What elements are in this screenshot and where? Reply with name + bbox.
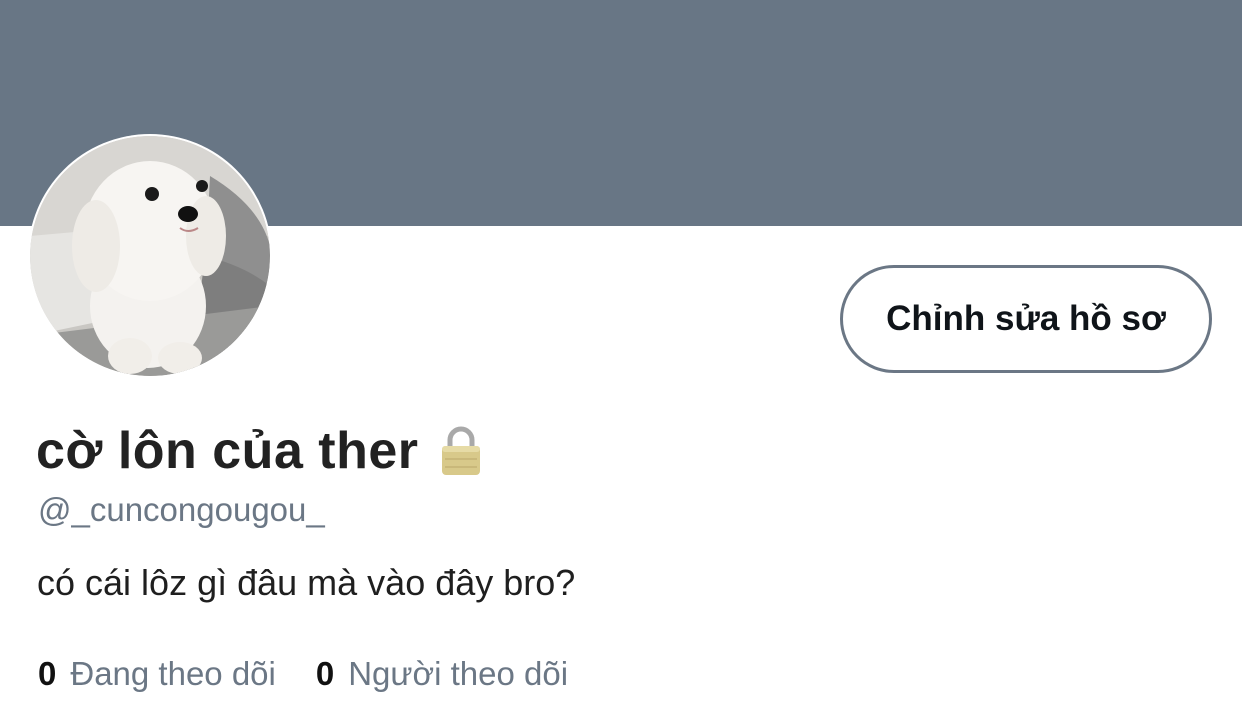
following-count: 0 [38,655,57,692]
lock-icon [439,425,483,477]
followers-count: 0 [315,655,335,692]
followers-label: Người theo dõi [348,655,569,692]
follow-stats: 0 Đang theo dõi 0 Người theo dõi [38,652,568,696]
display-name-row: cờ lôn của ther [36,418,483,484]
following-stat[interactable]: 0 Đang theo dõi [38,655,276,693]
profile-avatar[interactable] [28,134,272,378]
username: @_cuncongougou_ [38,491,325,528]
edit-profile-label: Chỉnh sửa hồ sơ [886,299,1166,338]
following-label: Đang theo dõi [70,655,276,692]
edit-profile-button[interactable]: Chỉnh sửa hồ sơ [840,265,1212,373]
followers-stat[interactable]: 0 Người theo dõi [316,655,568,693]
display-name: cờ lôn của ther [36,422,419,480]
profile-bio: có cái lôz gì đâu mà vào đây bro? [37,562,576,603]
profile-page: Chỉnh sửa hồ sơ cờ lôn của ther @_cuncon… [0,0,1242,710]
puppy-photo [30,136,270,376]
